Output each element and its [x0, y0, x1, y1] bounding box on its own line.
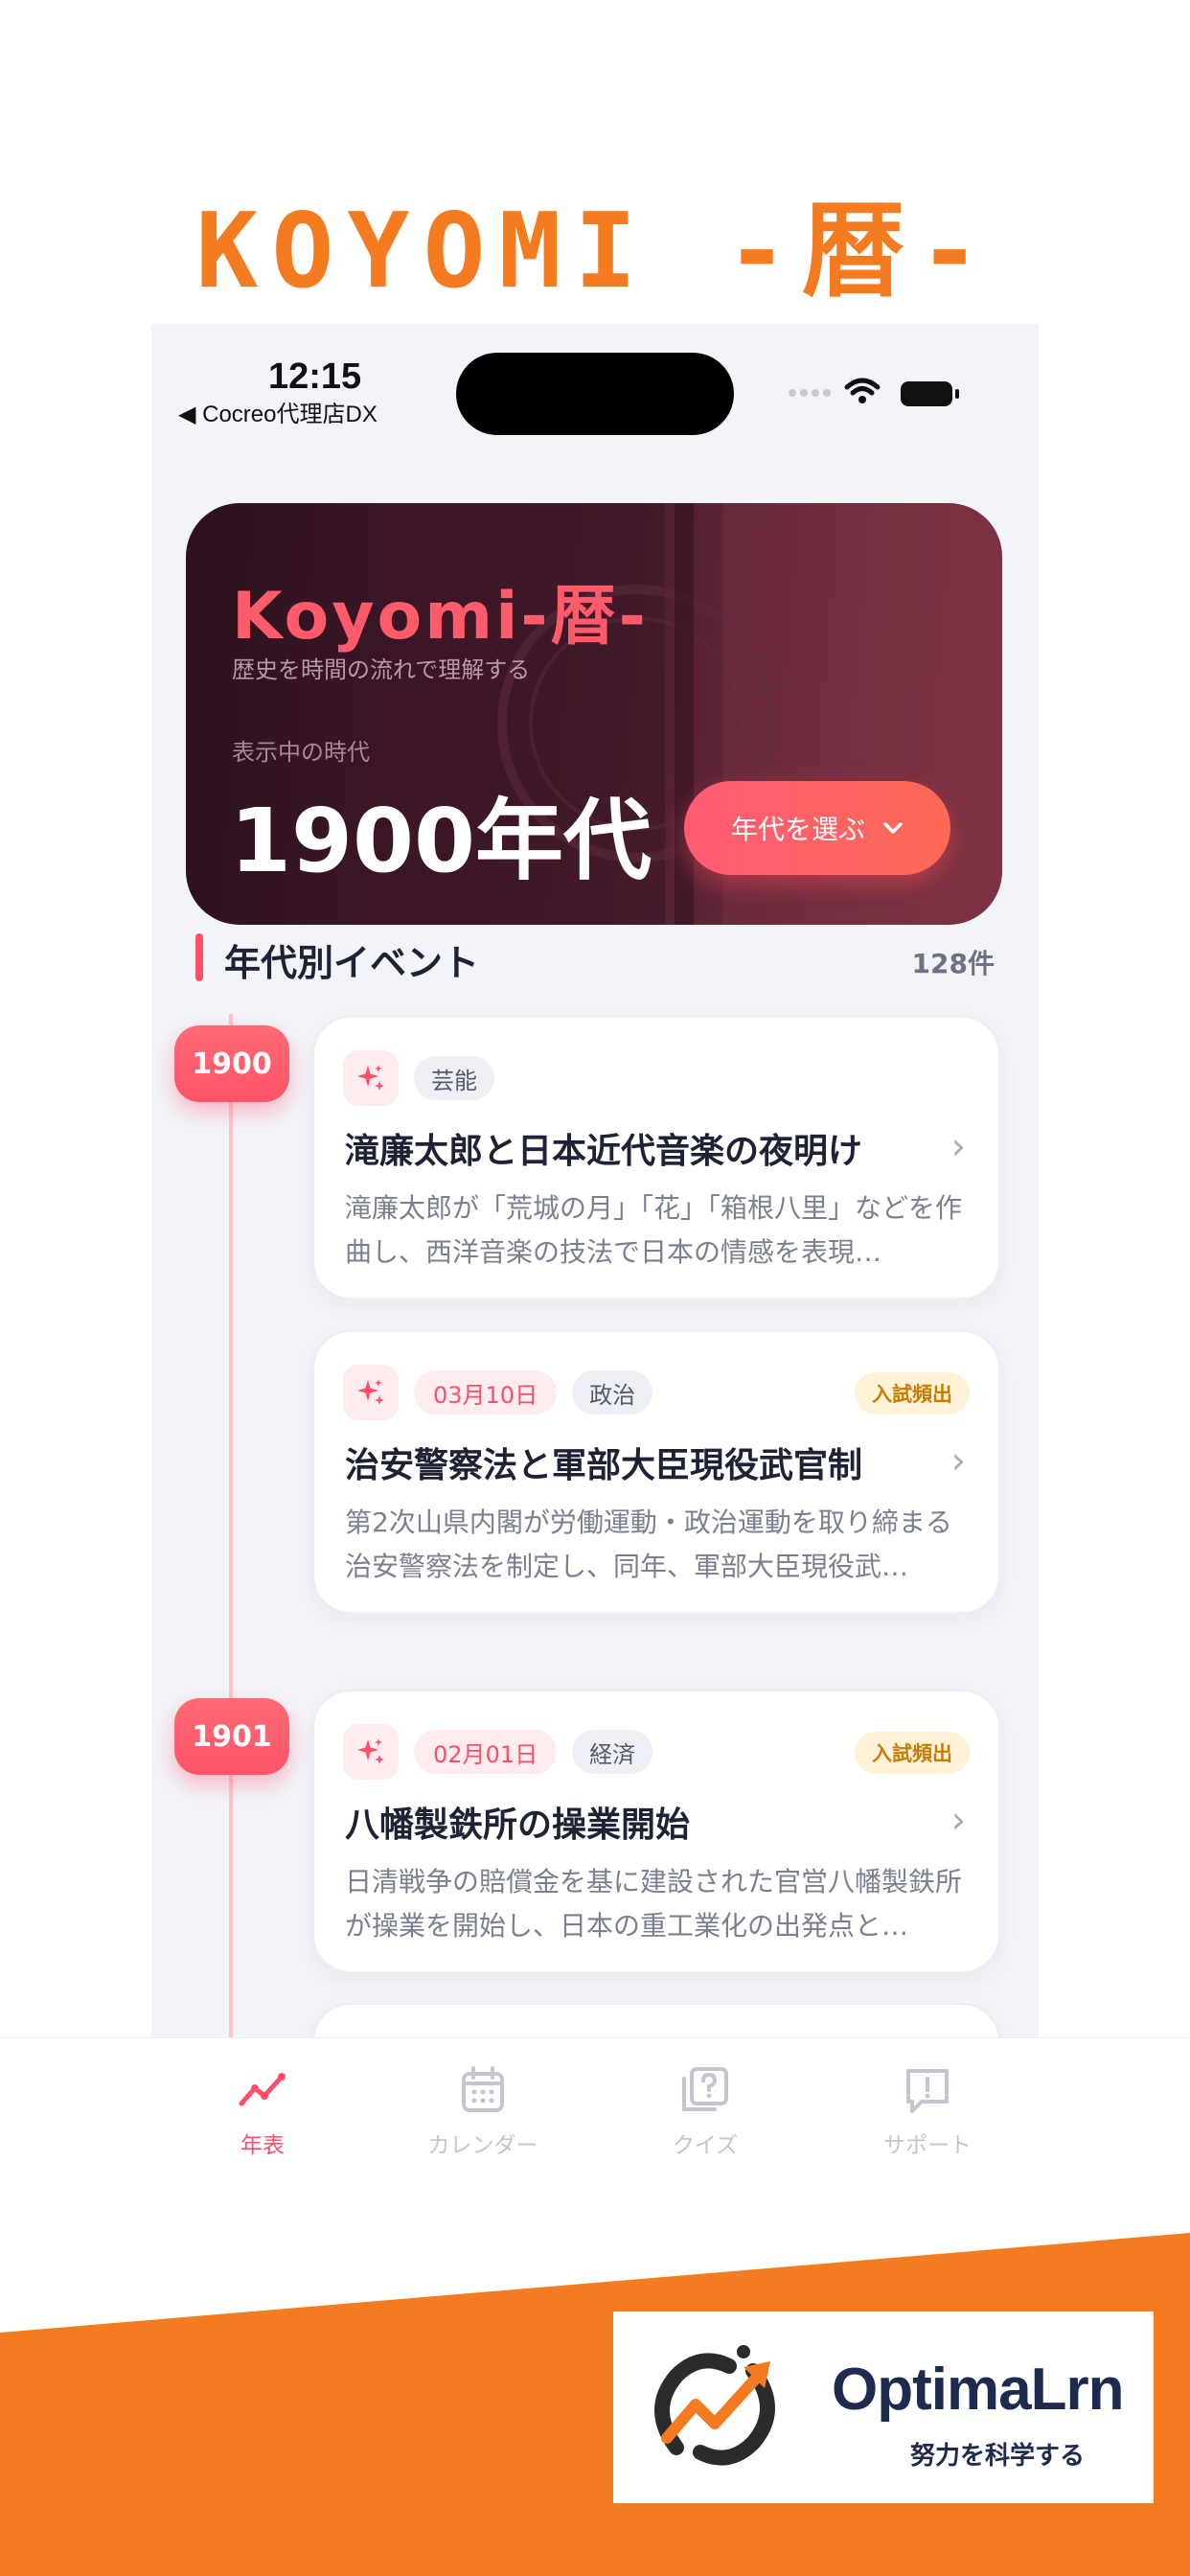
- brand-tagline: 努力を科学する: [910, 2442, 1086, 2471]
- timeline-line: [229, 1014, 233, 2037]
- sparkle-icon: [343, 1050, 399, 1106]
- event-tags: 03月10日 政治: [343, 1365, 653, 1420]
- tab-label: サポート: [883, 2133, 972, 2158]
- calendar-icon: [462, 2066, 504, 2112]
- section-title: 年代別イベント: [224, 942, 480, 984]
- chart-line-icon: [239, 2073, 286, 2106]
- quiz-icon: [682, 2067, 728, 2111]
- app-title: Koyomi-暦-: [232, 579, 649, 655]
- date-tag: 03月10日: [414, 1370, 558, 1414]
- chevron-right-icon: ›: [950, 1799, 966, 1841]
- tab-quiz[interactable]: クイズ: [619, 2063, 791, 2159]
- event-count: 128件: [911, 948, 995, 979]
- optimalrn-logo: OptimaLrn 努力を科学する: [613, 2312, 1154, 2503]
- tab-label: クイズ: [672, 2133, 739, 2158]
- wifi-icon: [844, 378, 881, 403]
- category-tag: 芸能: [414, 1056, 494, 1100]
- brand-name: OptimaLrn: [832, 2357, 1124, 2423]
- choose-era-label: 年代を選ぶ: [730, 814, 865, 845]
- exam-frequent-badge: 入試頻出: [855, 1372, 970, 1414]
- year-badge-1901: 1901: [174, 1698, 289, 1775]
- tab-calendar[interactable]: カレンダー: [397, 2063, 569, 2159]
- support-icon: [906, 2069, 949, 2113]
- tab-label: カレンダー: [427, 2133, 538, 2158]
- event-card[interactable]: 03月10日 政治 入試頻出 治安警察法と軍部大臣現役武官制 › 第2次山県内閣…: [312, 1330, 1000, 1614]
- app-subtitle: 歴史を時間の流れで理解する: [232, 656, 531, 683]
- hero-card: Koyomi-暦- 歴史を時間の流れで理解する 表示中の時代 1900年代 年代…: [186, 503, 1002, 925]
- tab-label: 年表: [240, 2133, 285, 2158]
- event-description: 滝廉太郎が「荒城の月」「花」「箱根八里」などを作曲し、西洋音楽の技法で日本の情感…: [345, 1192, 963, 1268]
- optimalrn-logo-mark: [654, 2345, 775, 2466]
- chevron-right-icon: ›: [950, 1125, 966, 1167]
- chevron-right-icon: ›: [950, 1439, 966, 1482]
- sparkle-icon: [343, 1724, 399, 1780]
- event-tags: 02月01日 経済: [343, 1724, 653, 1780]
- current-era-value: 1900年代: [230, 790, 652, 892]
- event-card-partial[interactable]: [312, 2003, 1000, 2037]
- cellular-signal-icon: [789, 389, 831, 397]
- event-card[interactable]: 芸能 滝廉太郎と日本近代音楽の夜明け › 滝廉太郎が「荒城の月」「花」「箱根八里…: [312, 1016, 1000, 1300]
- promo-title: KOYOMI -暦-: [195, 192, 995, 311]
- event-title: 滝廉太郎と日本近代音楽の夜明け: [345, 1132, 863, 1171]
- tab-support[interactable]: サポート: [841, 2063, 1014, 2159]
- choose-era-button[interactable]: 年代を選ぶ: [684, 781, 950, 875]
- event-description: 第2次山県内閣が労働運動・政治運動を取り締まる治安警察法を制定し、同年、軍部大臣…: [345, 1506, 952, 1582]
- tab-timeline[interactable]: 年表: [176, 2063, 349, 2159]
- tab-bar: 年表 カレンダー クイズ サポート: [0, 2037, 1190, 2258]
- phone-screen: 12:15 ◀ Cocreo代理店DX Koyomi-暦- 歴史を時間の流れで理…: [151, 324, 1039, 2037]
- date-tag: 02月01日: [414, 1730, 558, 1774]
- current-era-label: 表示中の時代: [232, 739, 370, 766]
- battery-icon: [901, 381, 959, 406]
- event-tags: 芸能: [343, 1050, 494, 1106]
- sparkle-icon: [343, 1365, 399, 1420]
- dynamic-island: [456, 353, 734, 435]
- section-accent-bar: [195, 933, 203, 981]
- status-time: 12:15: [268, 356, 362, 397]
- back-to-app-link[interactable]: ◀ Cocreo代理店DX: [178, 395, 378, 428]
- category-tag: 政治: [572, 1370, 653, 1414]
- event-title: 治安警察法と軍部大臣現役武官制: [345, 1446, 863, 1485]
- category-tag: 経済: [572, 1730, 653, 1774]
- chevron-down-icon: [883, 822, 903, 834]
- event-description: 日清戦争の賠償金を基に建設された官営八幡製鉄所が操業を開始し、日本の重工業化の出…: [345, 1866, 963, 1942]
- year-badge-1900: 1900: [174, 1025, 289, 1102]
- event-card[interactable]: 02月01日 経済 入試頻出 八幡製鉄所の操業開始 › 日清戦争の賠償金を基に建…: [312, 1690, 1000, 1973]
- exam-frequent-badge: 入試頻出: [855, 1732, 970, 1774]
- event-title: 八幡製鉄所の操業開始: [345, 1806, 691, 1845]
